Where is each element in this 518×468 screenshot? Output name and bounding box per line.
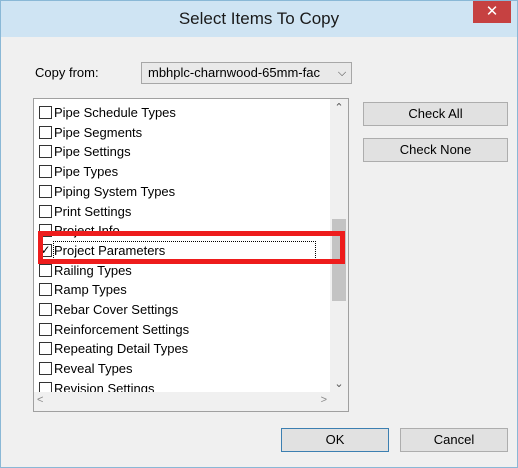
item-label: Rebar Cover Settings xyxy=(54,302,179,317)
item-checkbox[interactable] xyxy=(39,303,52,316)
list-item[interactable]: Reveal Types xyxy=(39,359,319,378)
list-item[interactable]: Pipe Segments xyxy=(39,123,319,142)
list-item[interactable]: Project Info xyxy=(39,221,319,240)
item-label: Pipe Segments xyxy=(54,124,143,140)
item-label: Reveal Types xyxy=(54,361,133,377)
list-item[interactable]: Reinforcement Settings xyxy=(39,320,319,339)
item-checkbox[interactable] xyxy=(39,165,52,179)
check-all-button[interactable]: Check All xyxy=(363,102,508,126)
list-item[interactable]: Railing Types xyxy=(39,261,319,280)
item-label: Pipe Types xyxy=(54,164,119,180)
item-label: Reinforcement Settings xyxy=(54,321,190,337)
item-label: Project Parameters xyxy=(52,240,317,260)
list-item[interactable]: ✓ Project Parameters xyxy=(39,240,319,260)
item-checkbox[interactable] xyxy=(39,145,52,159)
vertical-scrollbar[interactable]: ⌃ ⌄ xyxy=(330,99,348,392)
title-bar[interactable]: Select Items To Copy ✕ xyxy=(1,1,517,37)
item-label: Print Settings xyxy=(54,203,132,219)
copy-from-dropdown[interactable]: mbhplc-charnwood-65mm-fac ⌵ xyxy=(141,62,352,84)
scroll-down-icon[interactable]: ⌄ xyxy=(330,377,348,390)
select-items-dialog: Select Items To Copy ✕ Copy from: mbhplc… xyxy=(0,0,518,468)
scrollbar-thumb[interactable] xyxy=(332,219,346,301)
item-checkbox[interactable] xyxy=(39,125,52,139)
item-label: Revision Settings xyxy=(54,380,155,392)
chevron-down-icon: ⌵ xyxy=(337,67,347,79)
item-checkbox[interactable] xyxy=(39,224,52,238)
scroll-left-icon[interactable]: < xyxy=(37,394,43,406)
cancel-button[interactable]: Cancel xyxy=(400,428,508,452)
item-checkbox[interactable] xyxy=(39,362,52,376)
list-item[interactable]: Revision Settings xyxy=(39,379,319,392)
item-checkbox[interactable] xyxy=(39,381,52,392)
list-item[interactable]: Repeating Detail Types xyxy=(39,339,319,358)
items-list: Pipe Schedule Types Pipe Segments Pipe Set… xyxy=(34,99,330,392)
item-label: Ramp Types xyxy=(54,282,127,298)
list-item[interactable]: Pipe Schedule Types xyxy=(39,103,319,122)
list-item[interactable]: Piping System Types xyxy=(39,182,319,201)
item-checkbox[interactable] xyxy=(39,106,52,119)
item-checkbox[interactable] xyxy=(39,322,52,336)
item-label: Pipe Schedule Types xyxy=(54,105,176,120)
item-label: Railing Types xyxy=(54,262,132,278)
item-checkbox[interactable] xyxy=(39,283,52,297)
copy-from-value: mbhplc-charnwood-65mm-fac xyxy=(148,65,320,80)
list-item[interactable]: Rebar Cover Settings xyxy=(39,300,319,319)
dialog-title: Select Items To Copy xyxy=(178,9,340,28)
scroll-right-icon[interactable]: > xyxy=(321,394,327,406)
item-label: Piping System Types xyxy=(54,183,176,199)
copy-from-label: Copy from: xyxy=(35,65,99,80)
item-checkbox[interactable]: ✓ xyxy=(39,243,52,257)
item-checkbox[interactable] xyxy=(39,263,52,277)
item-checkbox[interactable] xyxy=(39,184,52,198)
item-label: Repeating Detail Types xyxy=(54,341,189,357)
scroll-up-icon[interactable]: ⌃ xyxy=(330,101,348,114)
item-label: Project Info xyxy=(54,223,120,239)
list-item[interactable]: Print Settings xyxy=(39,202,319,221)
list-item[interactable]: Pipe Types xyxy=(39,162,319,181)
items-listbox[interactable]: Pipe Schedule Types Pipe Segments Pipe Set… xyxy=(33,98,349,412)
horizontal-scrollbar[interactable]: < > xyxy=(34,392,330,411)
scrollbar-corner xyxy=(330,392,348,411)
list-item[interactable]: Ramp Types xyxy=(39,280,319,299)
item-label: Pipe Settings xyxy=(54,144,131,160)
check-none-button[interactable]: Check None xyxy=(363,138,508,162)
ok-button[interactable]: OK xyxy=(281,428,389,452)
item-checkbox[interactable] xyxy=(39,342,52,356)
close-icon: ✕ xyxy=(485,3,499,20)
item-checkbox[interactable] xyxy=(39,204,52,218)
list-item[interactable]: Pipe Settings xyxy=(39,142,319,161)
close-button[interactable]: ✕ xyxy=(473,1,511,23)
